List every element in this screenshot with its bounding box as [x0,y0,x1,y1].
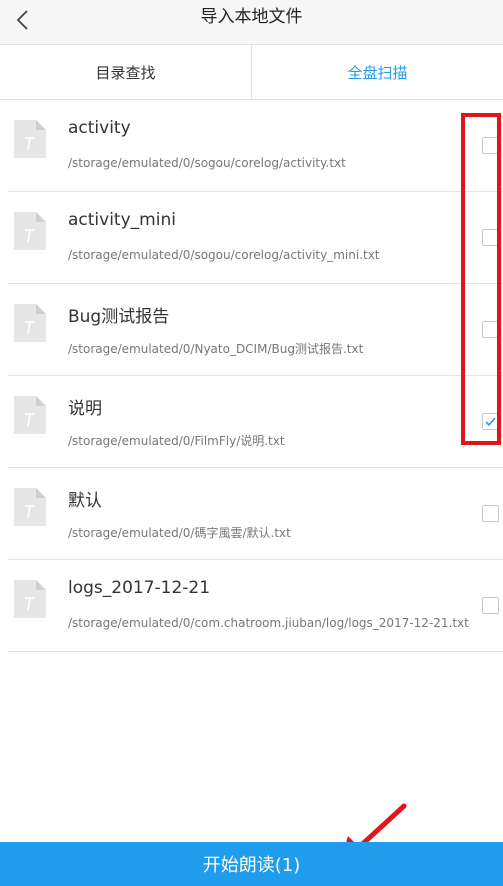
header-bar: 导入本地文件 [0,0,503,44]
file-checkbox[interactable] [482,321,499,338]
file-checkbox[interactable] [482,229,499,246]
file-name: activity [68,118,131,138]
file-checkbox[interactable] [482,137,499,154]
file-row[interactable]: 默认 /storage/emulated/0/碼字風雲/默认.txt [0,468,503,560]
file-list: activity /storage/emulated/0/sogou/corel… [0,100,503,652]
file-name: Bug测试报告 [68,307,170,327]
page-title: 导入本地文件 [200,7,303,27]
file-path: /storage/emulated/0/碼字風雲/默认.txt [68,526,291,540]
file-checkbox[interactable] [482,597,499,614]
file-row[interactable]: Bug测试报告 /storage/emulated/0/Nyato_DCIM/B… [0,284,503,376]
tab-directory-search[interactable]: 目录查找 [0,45,251,99]
start-reading-button[interactable]: 开始朗读(1) [0,842,503,886]
file-name: 默认 [68,491,102,511]
text-file-icon [14,120,46,158]
file-name: activity_mini [68,210,176,230]
text-file-icon [14,580,46,618]
file-row[interactable]: activity /storage/emulated/0/sogou/corel… [0,100,503,192]
file-checkbox[interactable] [482,505,499,522]
file-path: /storage/emulated/0/FilmFly/说明.txt [68,434,285,448]
tab-bar: 目录查找 全盘扫描 [0,44,503,100]
file-name: 说明 [68,399,102,419]
text-file-icon [14,396,46,434]
file-path: /storage/emulated/0/sogou/corelog/activi… [68,156,346,170]
file-checkbox[interactable] [482,413,499,430]
file-path: /storage/emulated/0/Nyato_DCIM/Bug测试报告.t… [68,342,364,356]
text-file-icon [14,212,46,250]
file-name: logs_2017-12-21 [68,578,211,598]
file-row[interactable]: logs_2017-12-21 /storage/emulated/0/com.… [0,560,503,652]
file-path: /storage/emulated/0/sogou/corelog/activi… [68,248,380,262]
file-row[interactable]: activity_mini /storage/emulated/0/sogou/… [0,192,503,284]
file-path: /storage/emulated/0/com.chatroom.jiuban/… [68,616,469,630]
divider [8,651,503,652]
text-file-icon [14,304,46,342]
tab-full-scan[interactable]: 全盘扫描 [251,45,503,99]
file-row[interactable]: 说明 /storage/emulated/0/FilmFly/说明.txt [0,376,503,468]
text-file-icon [14,488,46,526]
checkmark-icon [485,417,496,427]
